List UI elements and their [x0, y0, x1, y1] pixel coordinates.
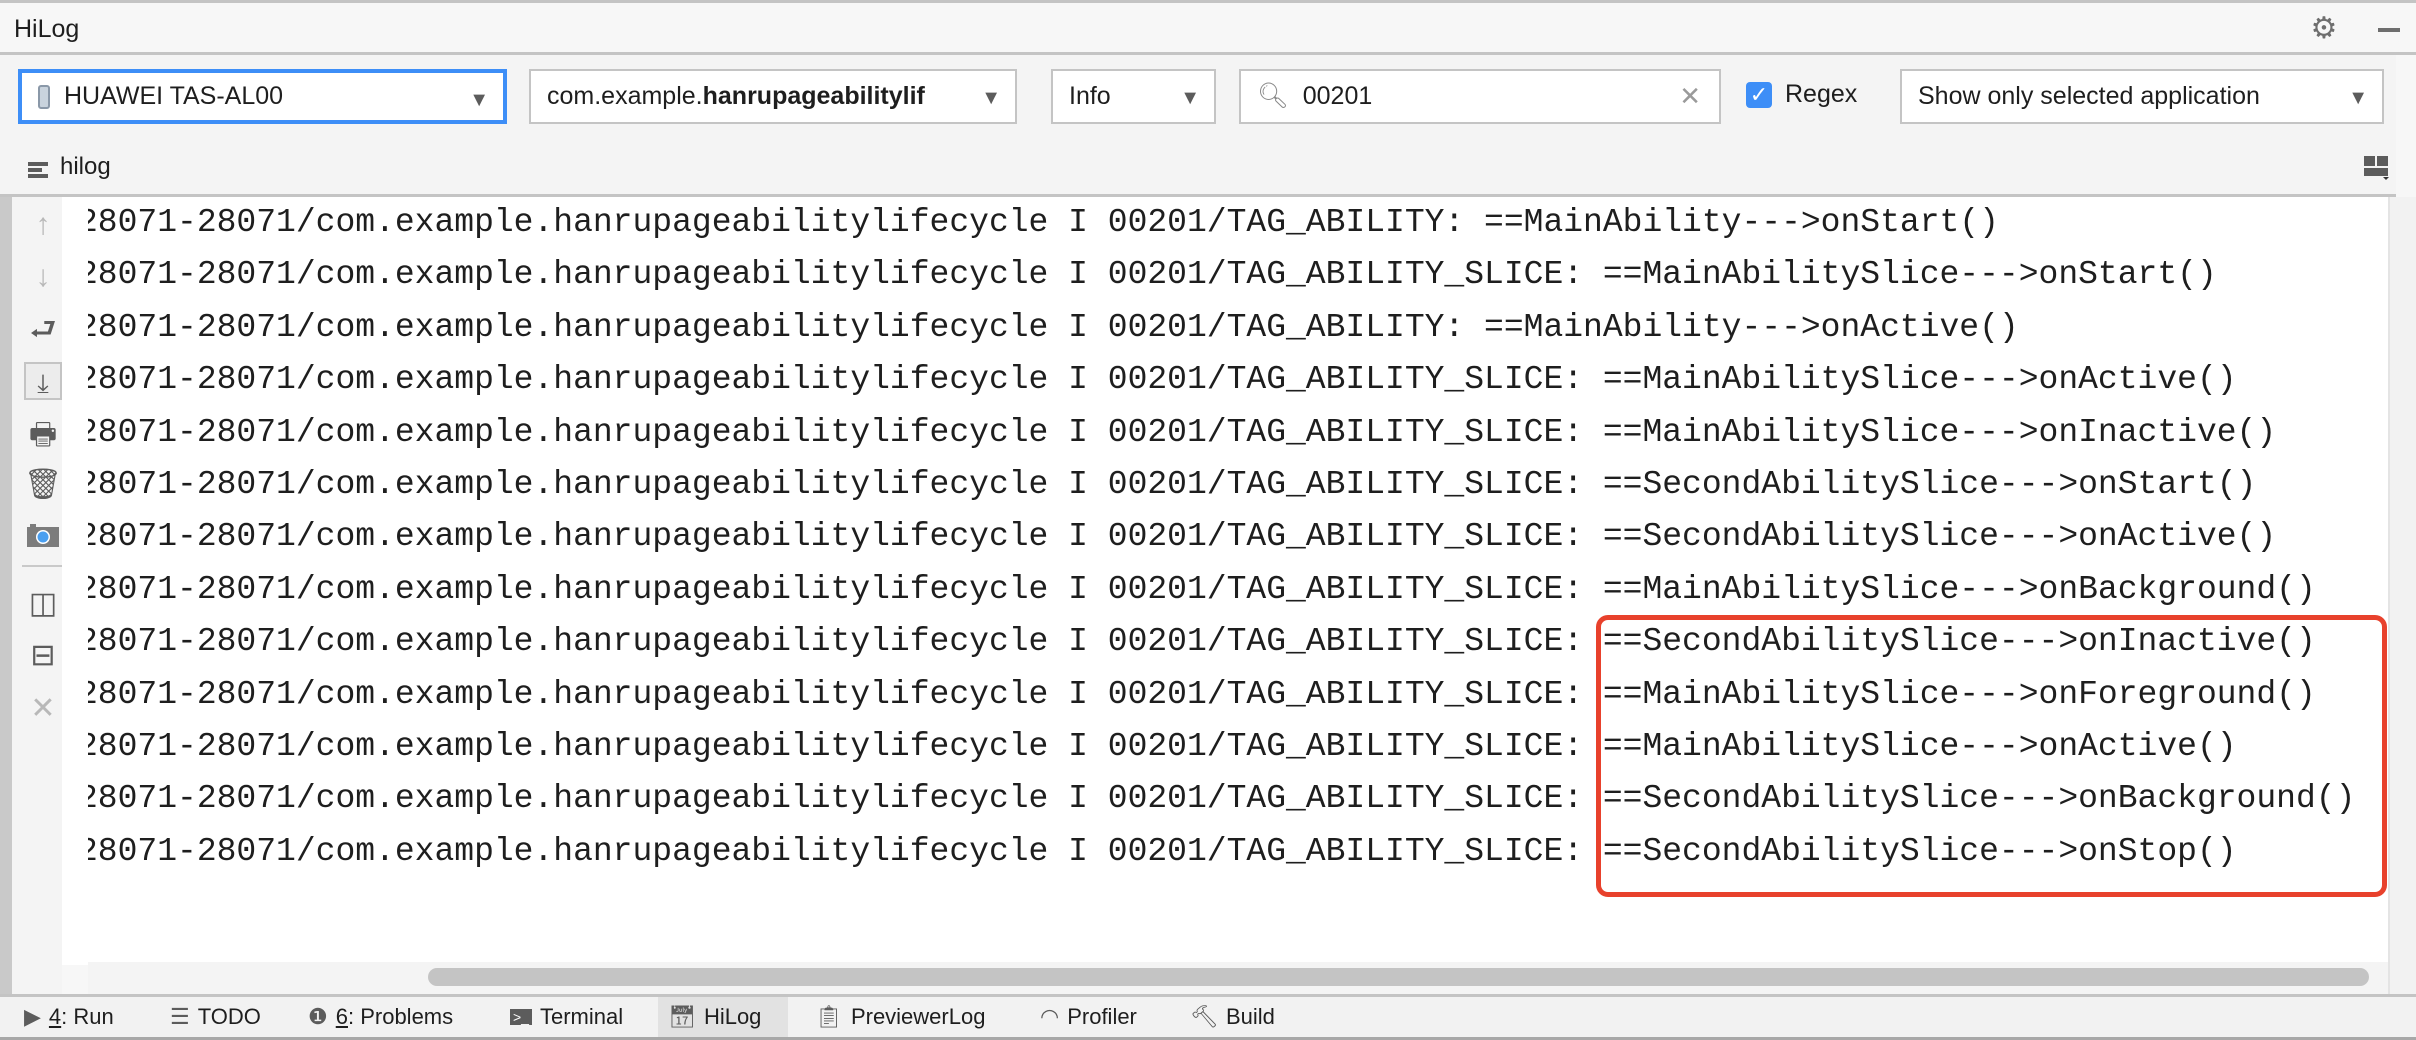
tab-build[interactable]: 🔨︎ Build [1180, 997, 1285, 1037]
menu-icon [28, 162, 48, 178]
soft-wrap-icon[interactable]: ⮐ [24, 311, 62, 349]
hammer-icon: 🔨︎ [1190, 1004, 1218, 1029]
search-input[interactable]: 🔍︎ 00201 ✕ [1239, 69, 1721, 124]
camera-icon[interactable] [24, 517, 62, 555]
window-title: HiLog [14, 15, 80, 43]
minimize-icon[interactable] [2378, 28, 2400, 32]
log-header: hilog [0, 145, 2396, 197]
horizontal-scrollbar-thumb[interactable] [428, 968, 2369, 986]
regex-checkbox[interactable]: ✓ [1746, 82, 1772, 108]
toolbar: HUAWEI TAS-AL00 ▼ com.example. hanrupagea… [0, 55, 2396, 145]
run-icon: ▶ [24, 1004, 41, 1029]
tab-number: 4 [48, 1004, 62, 1029]
tab-label: TODO [197, 1004, 261, 1029]
arrow-down-icon[interactable]: ↓ [24, 258, 62, 296]
log-line: 28071-28071/com.example.hanrupageability… [78, 308, 2019, 346]
app-prefix: com.example. [547, 82, 703, 110]
tab-label: : Run [61, 1004, 114, 1029]
layout-icon[interactable] [2364, 156, 2390, 180]
log-line: 28071-28071/com.example.hanrupageability… [78, 256, 2217, 294]
search-icon: 🔍︎ [1257, 82, 1289, 110]
tab-label: : Problems [347, 1004, 454, 1029]
vertical-scrollbar[interactable] [2388, 197, 2416, 994]
tab-profiler[interactable]: ◠ Profiler [1030, 997, 1147, 1037]
close-icon[interactable]: ✕ [24, 690, 62, 728]
trash-icon[interactable]: 🗑︎ [24, 466, 62, 504]
level-value: Info [1069, 82, 1111, 110]
tool-window-bar: ▶ 4: Run ☰ TODO ❶6: Problems >_ Terminal 📅︎… [0, 994, 2416, 1040]
log-side-toolbar: ↑ ↓ ⮐ ⤓ 🖶︎ 🗑︎ ◫ ⊟ ✕ [0, 197, 64, 994]
chevron-down-icon: ▼ [975, 87, 1001, 110]
filter-dropdown[interactable]: Show only selected application ▼ [1900, 69, 2384, 124]
device-value: HUAWEI TAS-AL00 [64, 82, 284, 110]
app-name: hanrupageabilitylif [702, 82, 925, 110]
arrow-up-icon[interactable]: ↑ [24, 206, 62, 244]
tab-terminal[interactable]: >_ Terminal [500, 997, 633, 1037]
gear-icon[interactable]: ⚙ [2310, 14, 2338, 44]
log-line: 28071-28071/com.example.hanrupageability… [78, 204, 1999, 241]
clipboard-icon: 📋︎ [815, 1004, 843, 1029]
chevron-down-icon: ▼ [469, 89, 489, 111]
split-horizontal-icon[interactable]: ⊟ [24, 637, 62, 675]
tab-todo[interactable]: ☰ TODO [160, 997, 271, 1037]
tab-number: 6 [335, 1004, 348, 1029]
chevron-down-icon: ▼ [2348, 87, 2368, 109]
warning-icon: ❶ [308, 1004, 328, 1029]
log-tab-label: hilog [60, 153, 111, 180]
filter-value: Show only selected application [1918, 82, 2260, 110]
tab-label: HiLog [703, 1004, 762, 1029]
tab-label: PreviewerLog [850, 1004, 986, 1029]
phone-icon [38, 84, 50, 109]
highlight-box [1596, 615, 2387, 897]
hilog-icon: 📅︎ [668, 1004, 696, 1029]
log-line: 28071-28071/com.example.hanrupageability… [78, 413, 2277, 451]
print-icon[interactable]: 🖶︎ [24, 416, 62, 454]
split-vertical-icon[interactable]: ◫ [24, 585, 62, 623]
toolbar-separator [22, 565, 64, 567]
clear-icon[interactable]: ✕ [1679, 81, 1701, 112]
title-bar: HiLog ⚙ [0, 0, 2416, 55]
chevron-down-icon: ▼ [1180, 87, 1200, 109]
gauge-icon: ◠ [1040, 1004, 1060, 1029]
log-line: 28071-28071/com.example.hanrupageability… [78, 518, 2277, 556]
level-dropdown[interactable]: Info ▼ [1051, 69, 1216, 124]
tab-label: Profiler [1067, 1004, 1137, 1029]
tab-label: Build [1225, 1004, 1275, 1029]
tab-run[interactable]: ▶ 4: Run [14, 997, 124, 1037]
tab-label: Terminal [539, 1004, 624, 1029]
device-dropdown[interactable]: HUAWEI TAS-AL00 ▼ [18, 69, 507, 124]
log-line: 28071-28071/com.example.hanrupageability… [78, 570, 2316, 608]
regex-label[interactable]: Regex [1785, 80, 1857, 109]
search-value: 00201 [1302, 82, 1373, 110]
app-dropdown[interactable]: com.example. hanrupageabilitylif ▼ [529, 69, 1017, 124]
terminal-icon: >_ [510, 1009, 532, 1025]
tab-problems[interactable]: ❶6: Problems [298, 997, 463, 1037]
list-icon: ☰ [170, 1004, 190, 1029]
log-line: 28071-28071/com.example.hanrupageability… [78, 361, 2237, 399]
scroll-to-end-icon[interactable]: ⤓ [24, 362, 62, 400]
log-gutter [62, 197, 88, 965]
tab-previewerlog[interactable]: 📋︎ PreviewerLog [805, 997, 995, 1037]
log-line: 28071-28071/com.example.hanrupageability… [78, 466, 2257, 503]
tab-hilog[interactable]: 📅︎ HiLog [658, 997, 788, 1037]
